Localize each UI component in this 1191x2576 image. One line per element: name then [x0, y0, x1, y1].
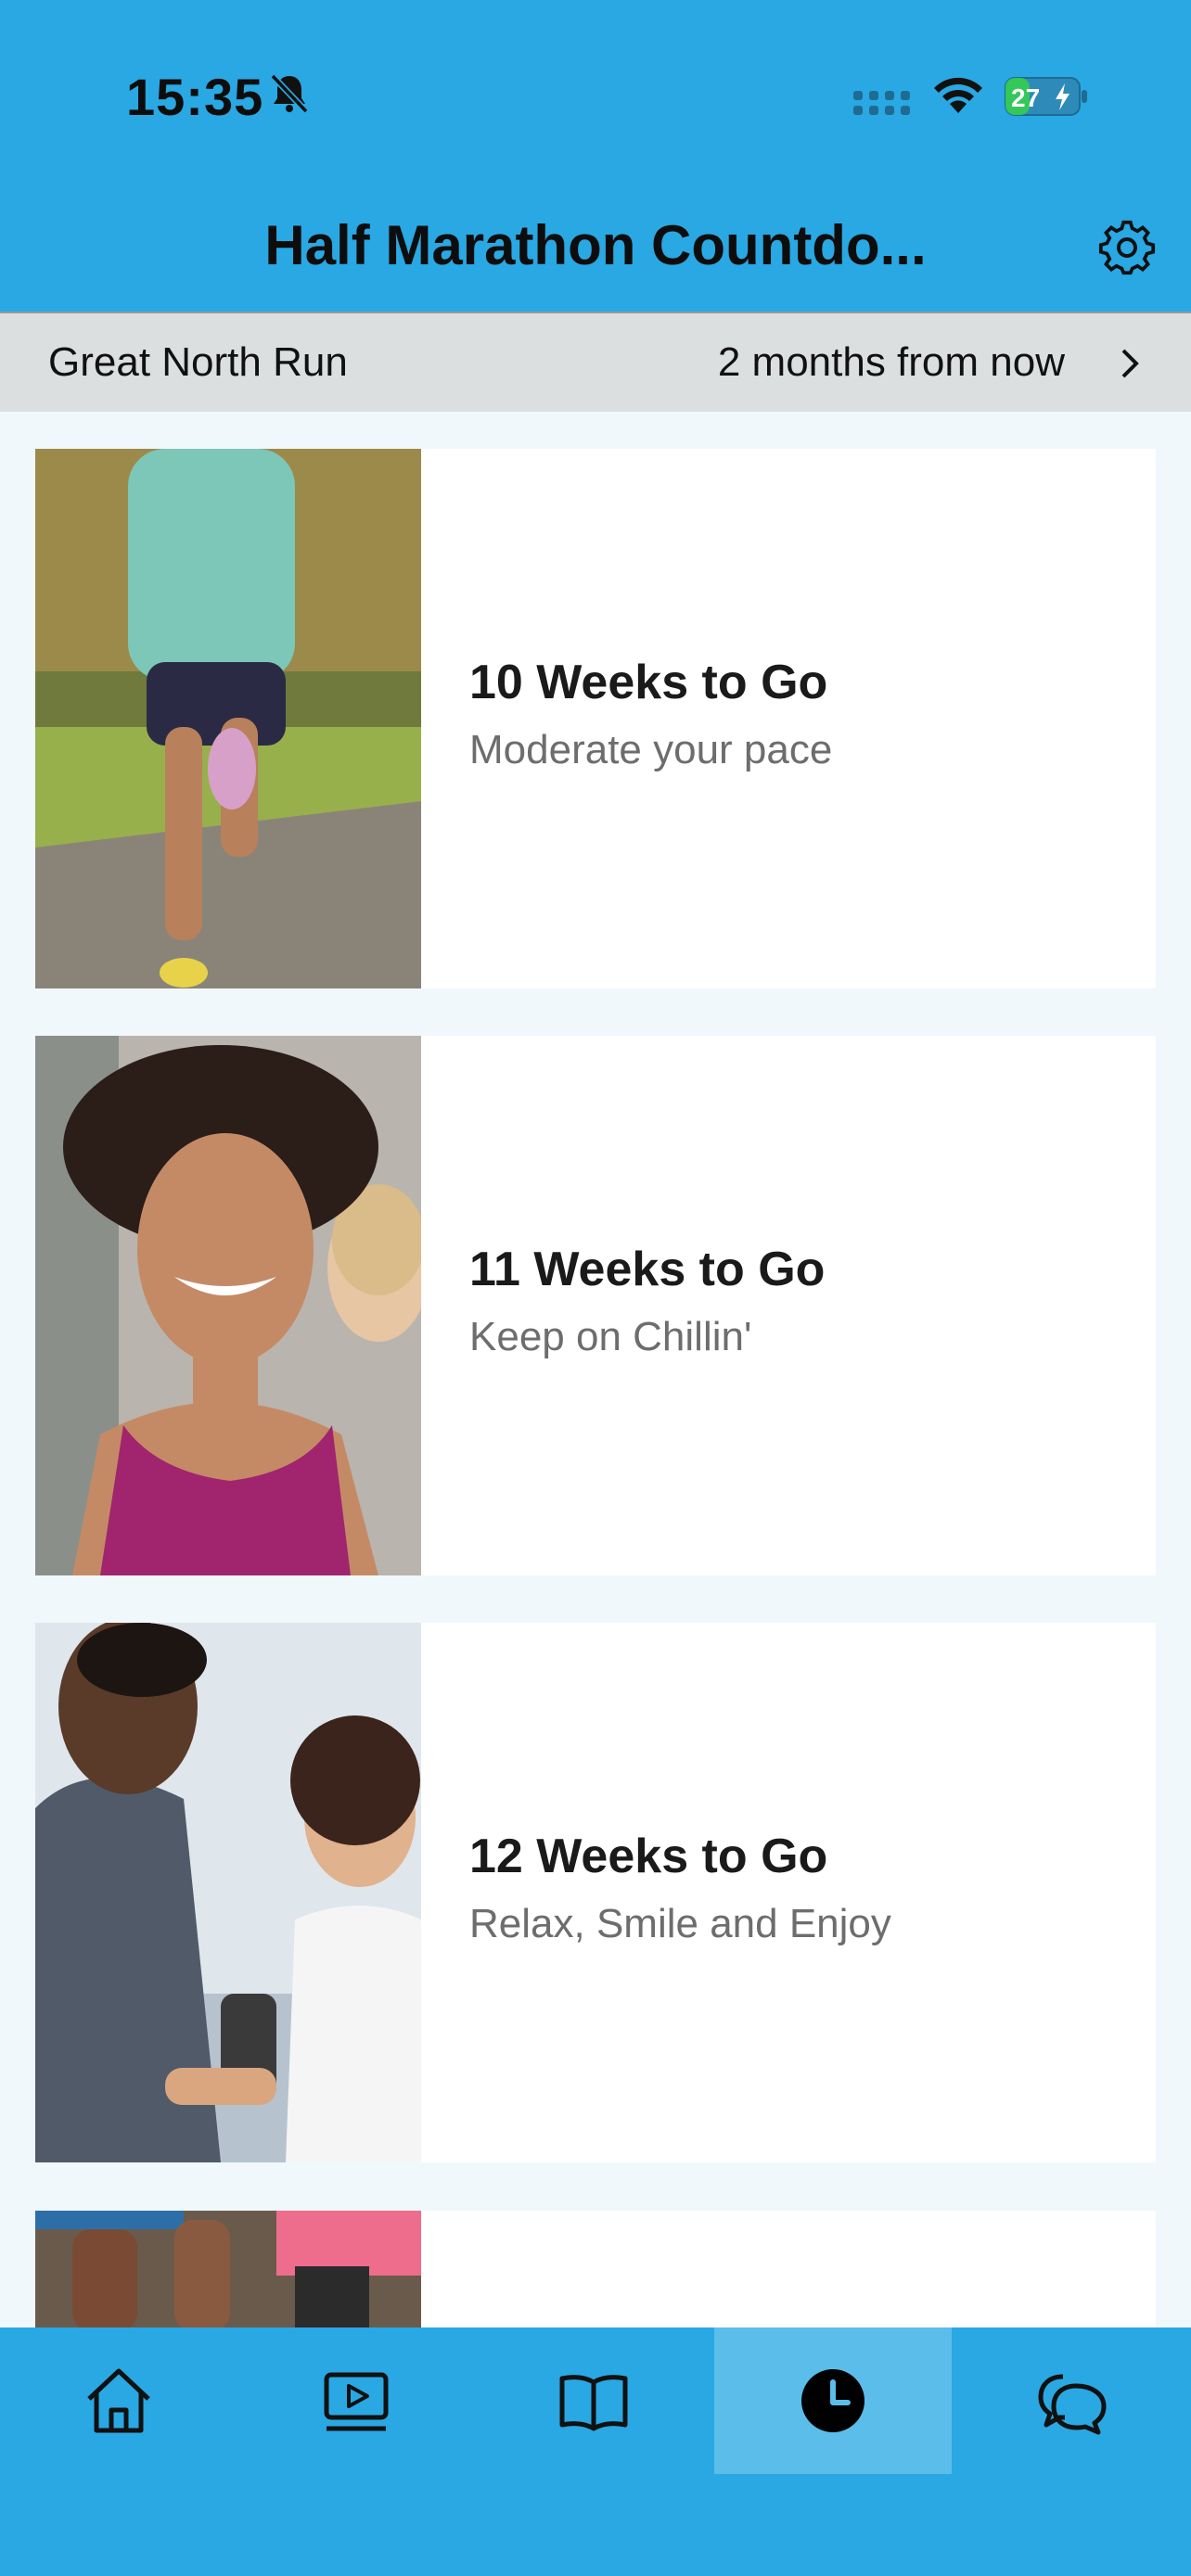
- tab-videos[interactable]: [237, 2327, 475, 2474]
- countdown-card[interactable]: 12 Weeks to Go Relax, Smile and Enjoy: [35, 1623, 1156, 2162]
- page-title: Half Marathon Countdo...: [264, 214, 927, 276]
- svg-text:27: 27: [1011, 83, 1040, 112]
- runner-photo: [35, 1036, 421, 1575]
- chat-bubbles-icon: [1038, 2374, 1107, 2435]
- card-title: 11 Weeks to Go: [469, 1243, 826, 1296]
- tab-home[interactable]: [0, 2327, 237, 2474]
- event-name: Great North Run: [48, 339, 348, 385]
- runner-photo: [35, 1623, 421, 2162]
- runner-photo: [35, 449, 421, 988]
- battery-charging-icon: 27: [1004, 76, 1089, 117]
- video-play-icon: [324, 2372, 389, 2431]
- book-icon: [559, 2375, 628, 2431]
- top-bar: 15:35 27 Half Marathon Countdo...: [0, 0, 1191, 312]
- card-subtitle: Moderate your pace: [469, 727, 833, 772]
- card-title: 12 Weeks to Go: [469, 1830, 828, 1883]
- countdown-card[interactable]: 10 Weeks to Go Moderate your pace: [35, 449, 1156, 988]
- chevron-right-icon: [1121, 349, 1139, 378]
- bell-slash-icon: [270, 73, 309, 114]
- clock-icon: [801, 2369, 864, 2432]
- event-countdown: 2 months from now: [717, 339, 1065, 385]
- countdown-card[interactable]: [35, 2211, 1156, 2331]
- event-selector[interactable]: Great North Run 2 months from now: [0, 312, 1191, 412]
- tab-guides[interactable]: [475, 2327, 712, 2474]
- wifi-icon: [934, 77, 982, 113]
- countdown-card[interactable]: 11 Weeks to Go Keep on Chillin': [35, 1036, 1156, 1575]
- bottom-tab-bar: [0, 2327, 1191, 2576]
- cellular-signal-icon: [853, 91, 910, 115]
- home-icon: [87, 2368, 150, 2433]
- card-title: 10 Weeks to Go: [469, 656, 828, 709]
- gear-icon[interactable]: [1098, 219, 1156, 276]
- tab-countdown[interactable]: [714, 2327, 952, 2474]
- runner-photo: [35, 2211, 421, 2331]
- card-subtitle: Relax, Smile and Enjoy: [469, 1901, 891, 1946]
- card-subtitle: Keep on Chillin': [469, 1314, 752, 1359]
- tab-chat[interactable]: [954, 2327, 1191, 2474]
- status-time: 15:35: [126, 68, 264, 126]
